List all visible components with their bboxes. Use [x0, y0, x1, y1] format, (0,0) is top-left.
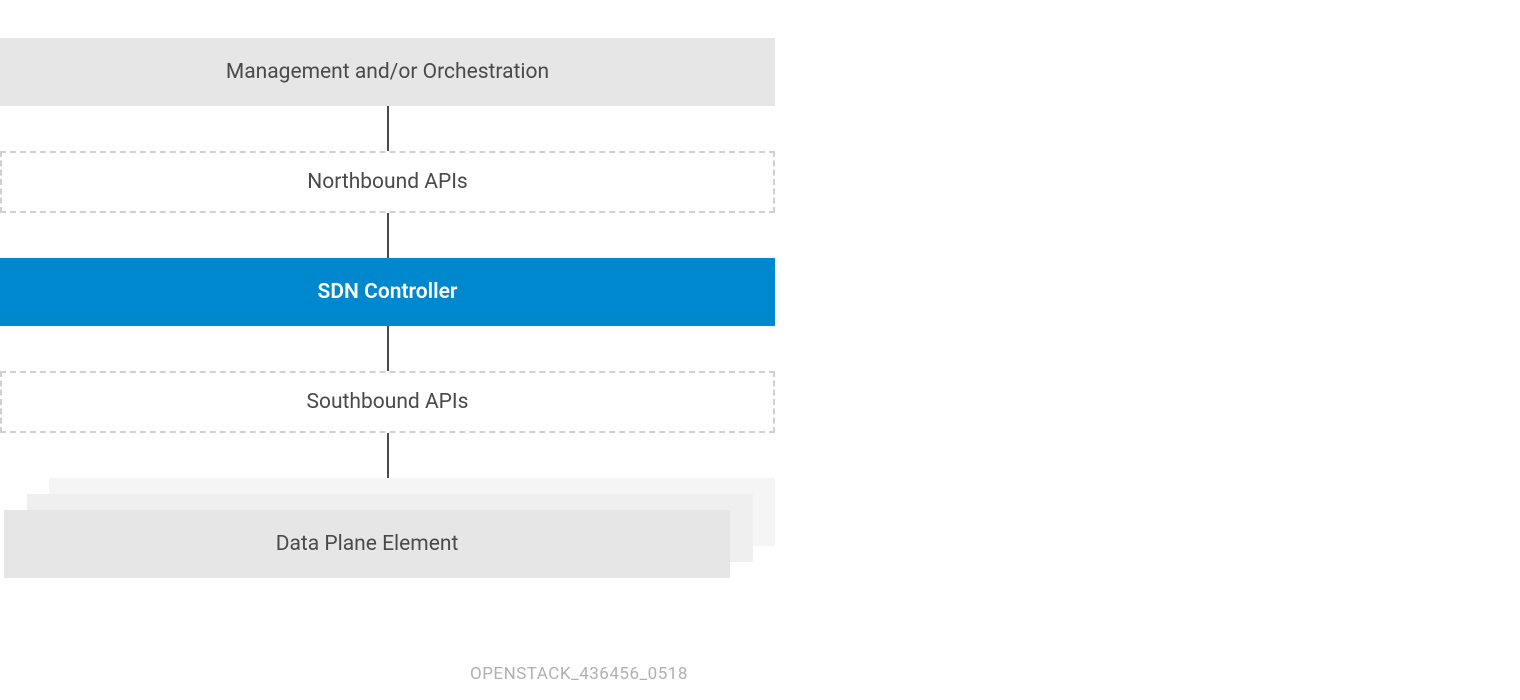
connector-line	[387, 213, 389, 258]
footer-reference-label: OPENSTACK_436456_0518	[470, 664, 688, 684]
northbound-apis-box: Northbound APIs	[0, 151, 775, 213]
sdn-controller-label: SDN Controller	[318, 280, 458, 304]
data-plane-stack: Data Plane Element	[0, 478, 775, 578]
northbound-apis-label: Northbound APIs	[307, 170, 468, 194]
sdn-controller-box: SDN Controller	[0, 258, 775, 326]
connector-line	[387, 326, 389, 371]
sdn-architecture-diagram: Management and/or Orchestration Northbou…	[0, 38, 775, 578]
data-plane-element-front: Data Plane Element	[4, 510, 730, 578]
connector-line	[387, 433, 389, 478]
southbound-apis-label: Southbound APIs	[307, 390, 469, 414]
connector-line	[387, 106, 389, 151]
management-orchestration-box: Management and/or Orchestration	[0, 38, 775, 106]
southbound-apis-box: Southbound APIs	[0, 371, 775, 433]
data-plane-element-label: Data Plane Element	[276, 532, 459, 556]
management-orchestration-label: Management and/or Orchestration	[226, 60, 549, 84]
